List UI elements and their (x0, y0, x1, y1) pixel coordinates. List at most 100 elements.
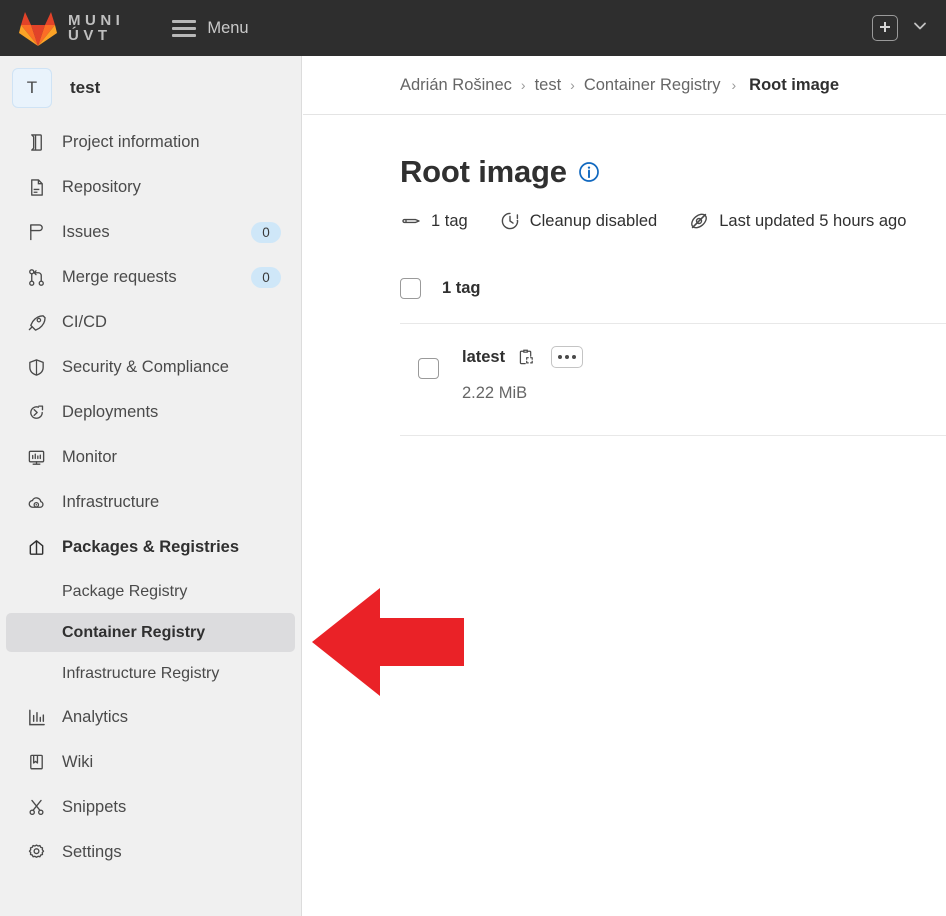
sidebar-item-project-information[interactable]: Project information (6, 120, 295, 165)
shield-icon (25, 357, 47, 379)
sidebar-item-monitor[interactable]: Monitor (6, 435, 295, 480)
tag-more-actions-button[interactable] (551, 346, 584, 368)
breadcrumb-separator: › (520, 77, 526, 93)
eye-slash-icon (688, 210, 710, 232)
issue-icon (25, 222, 47, 244)
sidebar-item-label: Packages & Registries (62, 538, 240, 556)
copy-clipboard-icon[interactable] (516, 347, 537, 368)
brand-home-link[interactable]: MUNI ÚVT (18, 9, 124, 47)
hamburger-icon (172, 19, 197, 37)
tag-size: 2.22 MiB (462, 384, 528, 402)
deployments-icon (25, 402, 47, 424)
tag-info: latest 2.22 MiB (462, 346, 584, 403)
brand-text: MUNI ÚVT (68, 11, 125, 43)
tags-count-label: 1 tag (442, 279, 481, 297)
cloud-gear-icon (25, 492, 47, 514)
sidebar-item-merge-requests[interactable]: Merge requests 0 (6, 255, 295, 300)
page-title-row: Root image (400, 154, 946, 190)
breadcrumb-item-project[interactable]: test (535, 76, 562, 95)
user-menu-button[interactable] (908, 14, 932, 43)
sidebar-item-label: Wiki (62, 753, 94, 771)
sidebar-item-wiki[interactable]: Wiki (6, 740, 295, 785)
breadcrumb-separator: › (570, 77, 575, 93)
sidebar-item-repository[interactable]: Repository (6, 165, 295, 210)
sidebar-item-container-registry[interactable]: Container Registry (6, 613, 295, 652)
sidebar-item-packages-registries[interactable]: Packages & Registries (6, 525, 295, 570)
sidebar-item-label: CI/CD (62, 313, 107, 331)
monitor-icon (25, 447, 47, 469)
menu-label: Menu (207, 18, 249, 37)
sidebar-item-label: Monitor (62, 448, 118, 466)
info-circle-icon[interactable] (578, 161, 600, 183)
top-navbar: MUNI ÚVT Menu (0, 0, 946, 56)
tag-icon (400, 210, 422, 232)
tag-list: latest 2.22 MiB (400, 323, 946, 436)
meta-label: 1 tag (431, 211, 468, 230)
ellipsis-dot (565, 355, 570, 359)
sidebar-item-label: Security & Compliance (62, 358, 229, 376)
sub-item-label: Container Registry (62, 623, 206, 641)
registry-detail-body: Root image 1 tag Cleanup disabled Last u… (303, 115, 946, 436)
meta-label: Cleanup disabled (529, 211, 658, 230)
navbar-right-actions (872, 14, 932, 43)
sidebar-item-ci-cd[interactable]: CI/CD (6, 300, 295, 345)
merge-request-icon (25, 267, 47, 289)
sidebar-item-package-registry[interactable]: Package Registry (6, 572, 295, 611)
sidebar-item-label: Project information (62, 133, 200, 151)
meta-cleanup-status: Cleanup disabled (499, 210, 658, 232)
breadcrumb-item-current: Root image (749, 75, 839, 94)
meta-tag-count: 1 tag (400, 210, 468, 232)
rocket-icon (25, 312, 47, 334)
project-name: test (70, 78, 101, 97)
clock-cleanup-icon (499, 210, 521, 232)
breadcrumb-item-user[interactable]: Adrián Rošinec (400, 76, 512, 95)
sidebar-item-label: Repository (62, 178, 141, 196)
image-metadata-row: 1 tag Cleanup disabled Last updated 5 ho… (400, 210, 946, 232)
sidebar-item-label: Settings (62, 843, 122, 861)
sidebar-item-label: Analytics (62, 708, 129, 726)
sidebar-item-label: Merge requests (62, 268, 177, 286)
sidebar-item-issues[interactable]: Issues 0 (6, 210, 295, 255)
tag-name: latest (462, 347, 506, 366)
create-new-button[interactable] (872, 15, 898, 41)
sidebar-item-label: Deployments (62, 403, 159, 421)
book-icon (25, 132, 47, 154)
sidebar-item-infrastructure[interactable]: Infrastructure (6, 480, 295, 525)
package-icon (25, 537, 47, 559)
chart-icon (25, 707, 47, 729)
issues-count-badge: 0 (251, 222, 281, 243)
plus-icon (878, 21, 892, 35)
sub-item-label: Infrastructure Registry (62, 664, 220, 682)
project-sidebar: T test Project information Repository Is… (0, 56, 302, 916)
sidebar-item-deployments[interactable]: Deployments (6, 390, 295, 435)
gitlab-fox-logo (18, 9, 58, 47)
breadcrumb-item-container-registry[interactable]: Container Registry (584, 76, 721, 95)
ellipsis-dot (572, 355, 577, 359)
meta-last-updated: Last updated 5 hours ago (688, 210, 906, 232)
sidebar-item-settings[interactable]: Settings (6, 830, 295, 875)
ellipsis-dot (558, 355, 563, 359)
project-header[interactable]: T test (0, 56, 301, 118)
breadcrumb: Adrián Rošinec › test › Container Regist… (303, 56, 946, 115)
sub-item-label: Package Registry (62, 582, 188, 600)
sidebar-nav-list: Project information Repository Issues 0 (0, 118, 301, 875)
sidebar-item-security-compliance[interactable]: Security & Compliance (6, 345, 295, 390)
breadcrumb-separator: › (731, 77, 737, 93)
page-title: Root image (400, 154, 567, 189)
table-row[interactable]: latest 2.22 MiB (400, 324, 946, 436)
chevron-down-icon (912, 18, 928, 39)
doc-code-icon (25, 177, 47, 199)
sidebar-item-label: Snippets (62, 798, 127, 816)
tag-name-line: latest (462, 346, 584, 368)
sidebar-item-snippets[interactable]: Snippets (6, 785, 295, 830)
sidebar-item-label: Issues (62, 223, 110, 241)
tag-select-checkbox[interactable] (418, 358, 439, 379)
gear-icon (25, 842, 47, 864)
select-all-tags-checkbox[interactable] (400, 278, 421, 299)
sidebar-item-analytics[interactable]: Analytics (6, 695, 295, 740)
brand-line-1: MUNI (68, 11, 125, 29)
meta-label: Last updated 5 hours ago (719, 211, 907, 230)
menu-button[interactable]: Menu (172, 18, 249, 38)
sidebar-item-infrastructure-registry[interactable]: Infrastructure Registry (6, 654, 295, 693)
merge-requests-count-badge: 0 (251, 267, 281, 288)
